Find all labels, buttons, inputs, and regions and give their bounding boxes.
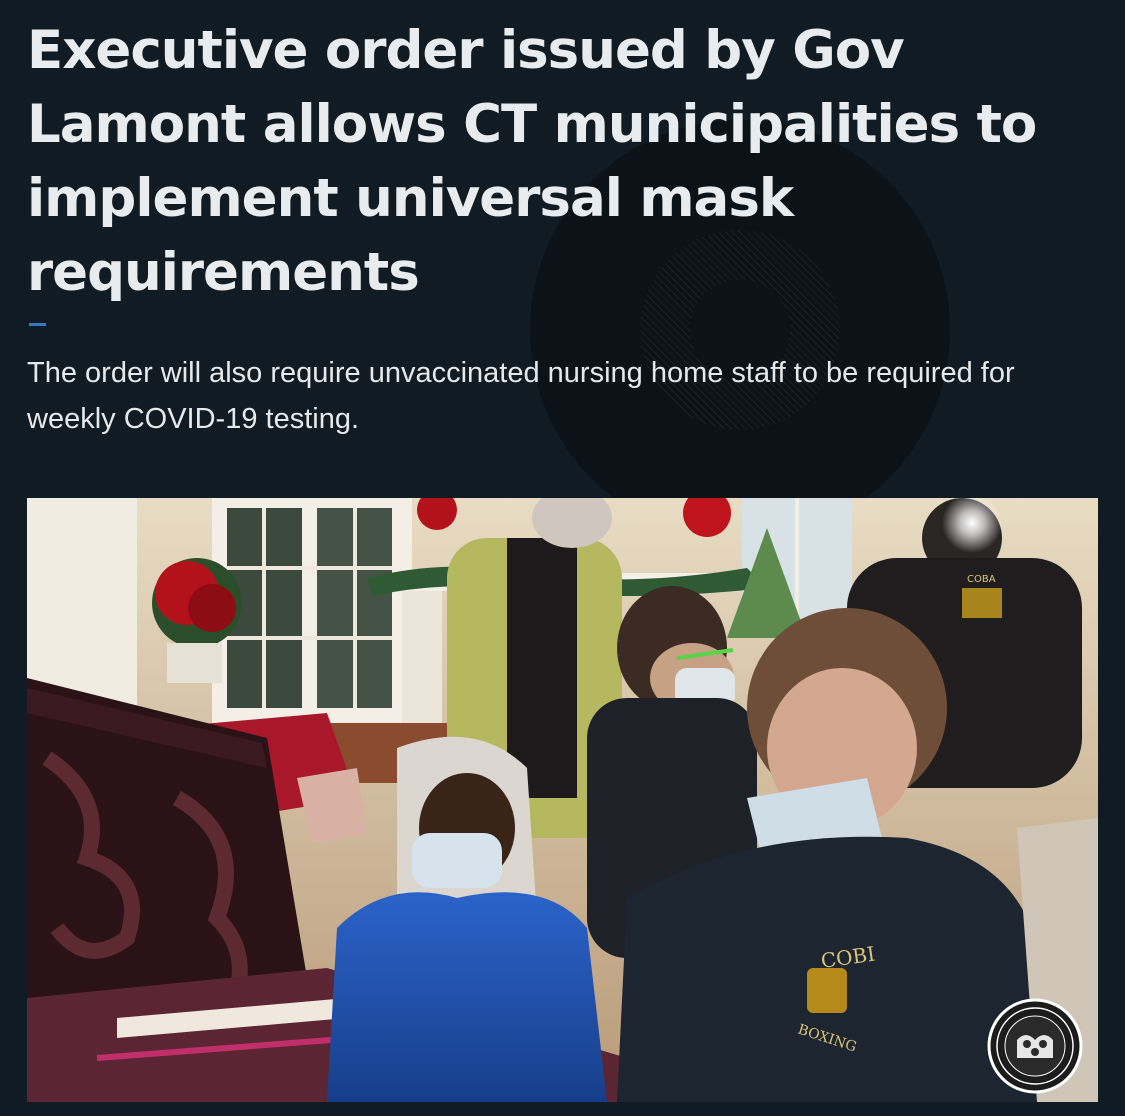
french-doors bbox=[212, 498, 412, 728]
state-seal-icon bbox=[987, 998, 1083, 1094]
article-headline: Executive order issued by Gov Lamont all… bbox=[27, 20, 1037, 303]
article-page: Executive order issued by Gov Lamont all… bbox=[0, 0, 1125, 1116]
photo-illustration: COBI BOXING COBA bbox=[27, 498, 1098, 1102]
jacket-text-coba: COBA bbox=[967, 574, 996, 585]
article-photo[interactable]: COBI BOXING COBA bbox=[27, 498, 1098, 1102]
accent-rule bbox=[29, 323, 46, 326]
article-dek: The order will also require unvaccinated… bbox=[27, 357, 1015, 435]
